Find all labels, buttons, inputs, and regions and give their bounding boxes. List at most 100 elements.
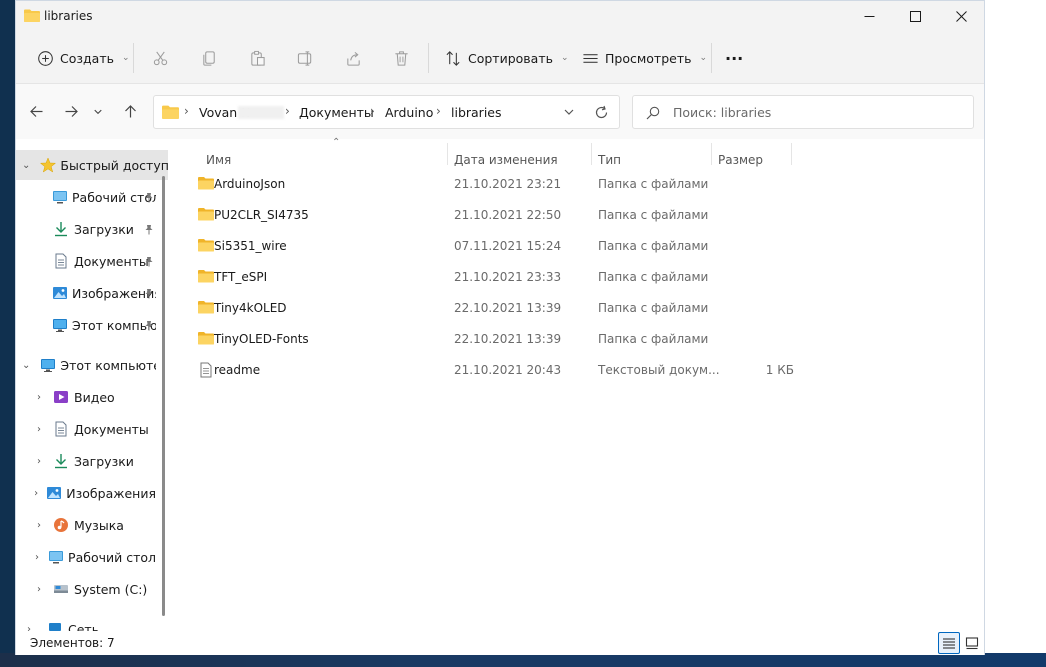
sort-icon	[444, 49, 462, 67]
minimize-button[interactable]	[846, 1, 892, 31]
table-row[interactable]: ArduinoJson 21.10.2021 23:21 Папка с фай…	[184, 169, 974, 200]
sidebar-item-label: Этот компьютер	[60, 357, 156, 373]
rename-button[interactable]	[296, 43, 314, 73]
item-count: Элементов: 7	[30, 636, 115, 650]
chevron-right-icon: ›	[37, 519, 41, 531]
sidebar-item-pictures[interactable]: Изображения	[16, 278, 156, 308]
column-divider[interactable]	[711, 143, 712, 165]
close-button[interactable]	[938, 1, 984, 31]
sidebar-item-desktop[interactable]: Рабочий стол	[16, 182, 156, 212]
sidebar-item-this-pc-pinned[interactable]: Этот компьютер	[16, 310, 156, 340]
arrow-left-icon	[29, 105, 42, 117]
sidebar-scrollbar[interactable]	[162, 176, 165, 616]
sidebar-item-pictures-pc[interactable]: › Изображения	[16, 478, 156, 508]
copy-button[interactable]	[200, 43, 218, 73]
sidebar-item-network[interactable]: › Сеть	[16, 614, 156, 631]
text-file-icon	[198, 362, 214, 378]
address-bar[interactable]: › Vovan N › Документы › Arduino › librar…	[153, 95, 620, 129]
sidebar-item-system-drive[interactable]: › System (C:)	[16, 574, 156, 604]
column-header-type[interactable]: Тип	[598, 153, 621, 167]
delete-button[interactable]	[392, 43, 410, 73]
breadcrumb-arduino[interactable]: Arduino	[385, 105, 433, 120]
column-divider[interactable]	[591, 143, 592, 165]
up-button[interactable]	[119, 101, 141, 121]
download-icon	[52, 453, 70, 469]
large-icons-view-button[interactable]	[961, 632, 983, 654]
title-bar[interactable]: libraries	[16, 1, 984, 31]
breadcrumb-documents[interactable]: Документы	[299, 105, 374, 120]
chevron-right-icon: ›	[37, 423, 41, 435]
arrow-up-icon	[124, 104, 136, 117]
column-divider[interactable]	[791, 143, 792, 165]
table-row[interactable]: TFT_eSPI 21.10.2021 23:33 Папка с файлам…	[184, 262, 974, 293]
file-list: ⌃ Имя Дата изменения Тип Размер ArduinoJ…	[174, 137, 984, 631]
share-button[interactable]	[344, 43, 362, 73]
more-icon: ···	[725, 48, 744, 68]
column-header-size[interactable]: Размер	[718, 153, 763, 167]
details-view-button[interactable]	[938, 632, 960, 654]
sidebar-item-label: Быстрый доступ	[60, 157, 168, 173]
desktop-background-right	[985, 0, 1046, 667]
folder-icon	[198, 331, 214, 347]
download-icon	[52, 221, 70, 237]
monitor-icon	[40, 357, 56, 373]
cut-button[interactable]	[151, 43, 169, 73]
file-date: 22.10.2021 13:39	[454, 301, 562, 315]
refresh-button[interactable]	[594, 105, 609, 120]
sidebar-item-quick-access[interactable]: ⌄ Быстрый доступ	[16, 150, 168, 180]
file-type: Папка с файлами	[598, 208, 709, 222]
more-options-button[interactable]: ···	[725, 43, 743, 73]
column-header-date[interactable]: Дата изменения	[454, 153, 558, 167]
recent-locations-button[interactable]	[91, 101, 105, 121]
table-row[interactable]: Tiny4kOLED 22.10.2021 13:39 Папка с файл…	[184, 293, 974, 324]
desktop-icon	[48, 549, 64, 565]
maximize-button[interactable]	[892, 1, 938, 31]
sidebar-item-downloads[interactable]: Загрузки	[16, 214, 156, 244]
sidebar-item-label: Документы	[74, 421, 149, 437]
sidebar-item-documents[interactable]: Документы	[16, 246, 156, 276]
table-row[interactable]: readme 21.10.2021 20:43 Текстовый докум.…	[184, 355, 974, 386]
breadcrumb-separator: ›	[285, 104, 290, 118]
table-row[interactable]: Si5351_wire 07.11.2021 15:24 Папка с фай…	[184, 231, 974, 262]
folder-icon	[198, 300, 214, 316]
search-icon	[646, 106, 660, 120]
chevron-down-icon: ⌄	[22, 159, 31, 171]
paste-button[interactable]	[248, 43, 266, 73]
folder-icon	[198, 207, 214, 223]
sidebar-item-desktop-pc[interactable]: › Рабочий стол	[16, 542, 156, 572]
sidebar-item-documents-pc[interactable]: › Документы	[16, 414, 156, 444]
navigation-pane: ⌄ Быстрый доступ Рабочий стол Загрузки Д…	[16, 139, 168, 631]
column-header-name[interactable]: Имя	[206, 153, 231, 167]
sidebar-item-label: Сеть	[68, 621, 100, 632]
sort-label: Сортировать	[468, 50, 553, 66]
file-date: 21.10.2021 20:43	[454, 363, 562, 377]
file-type: Текстовый докум...	[598, 363, 720, 377]
desktop-icon	[52, 189, 68, 205]
sort-button[interactable]: Сортировать ⌄	[444, 43, 569, 73]
table-row[interactable]: PU2CLR_SI4735 21.10.2021 22:50 Папка с ф…	[184, 200, 974, 231]
desktop-background-bottom	[0, 653, 1046, 667]
sidebar-item-music[interactable]: › Музыка	[16, 510, 156, 540]
folder-icon	[162, 105, 179, 119]
view-button[interactable]: Просмотреть ⌄	[581, 43, 707, 73]
sidebar-item-label: System (C:)	[74, 581, 148, 597]
address-history-button[interactable]	[563, 106, 575, 118]
back-button[interactable]	[25, 101, 47, 121]
file-name: TinyOLED-Fonts	[214, 332, 309, 346]
breadcrumb-libraries[interactable]: libraries	[451, 105, 502, 120]
create-label: Создать	[60, 50, 114, 66]
sidebar-item-downloads-pc[interactable]: › Загрузки	[16, 446, 156, 476]
tiles-view-icon	[965, 637, 979, 650]
create-button[interactable]: Создать ⌄	[36, 43, 130, 73]
trash-icon	[392, 49, 410, 67]
pin-icon	[144, 191, 154, 203]
search-box[interactable]: Поиск: libraries	[632, 95, 974, 129]
column-divider[interactable]	[447, 143, 448, 165]
file-date: 21.10.2021 23:21	[454, 177, 562, 191]
folder-icon	[198, 176, 214, 192]
sidebar-item-this-pc[interactable]: ⌄ Этот компьютер	[16, 350, 156, 380]
forward-button[interactable]	[60, 101, 82, 121]
sidebar-item-videos[interactable]: › Видео	[16, 382, 156, 412]
clipboard-icon	[248, 49, 266, 67]
table-row[interactable]: TinyOLED-Fonts 22.10.2021 13:39 Папка с …	[184, 324, 974, 355]
